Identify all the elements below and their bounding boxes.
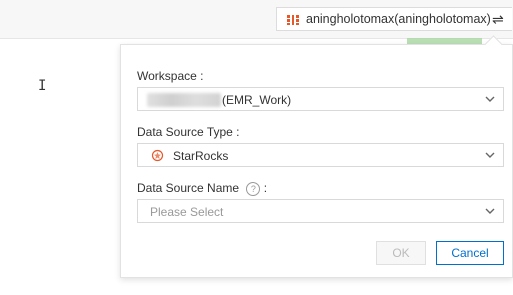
workspace-label: Workspace : [137,69,204,83]
account-name: aningholotomax(aningholotomax) [306,12,491,26]
workspace-redacted [147,93,221,107]
ok-button[interactable]: OK [376,241,426,265]
cancel-button[interactable]: Cancel [436,241,504,265]
starrocks-icon [151,149,164,162]
data-source-name-placeholder: Please Select [150,205,224,219]
text-cursor-icon: I [38,78,47,94]
workspace-value: (EMR_Work) [222,93,292,107]
chevron-down-icon [485,96,495,102]
chevron-down-icon [485,152,495,158]
data-source-type-label: Data Source Type : [137,125,240,139]
data-source-name-select[interactable]: Please Select [137,199,504,223]
account-switcher[interactable]: aningholotomax(aningholotomax) ⇌ [276,7,512,31]
workspace-select[interactable]: (EMR_Work) [137,87,504,111]
chevron-down-icon [485,208,495,214]
datasource-icon [287,15,299,25]
data-source-type-value: StarRocks [173,149,229,163]
data-source-name-label-colon: : [263,181,268,195]
data-source-name-label: Data Source Name ? : [137,181,267,196]
switch-account-icon[interactable]: ⇌ [492,11,504,28]
data-source-name-label-text: Data Source Name [137,181,240,195]
data-source-type-select[interactable]: StarRocks [137,143,504,167]
top-bar: aningholotomax(aningholotomax) ⇌ [0,0,513,39]
page-background [0,39,120,295]
help-icon[interactable]: ? [246,181,261,196]
datasource-popover: Workspace : (EMR_Work) Data Source Type … [120,35,513,278]
